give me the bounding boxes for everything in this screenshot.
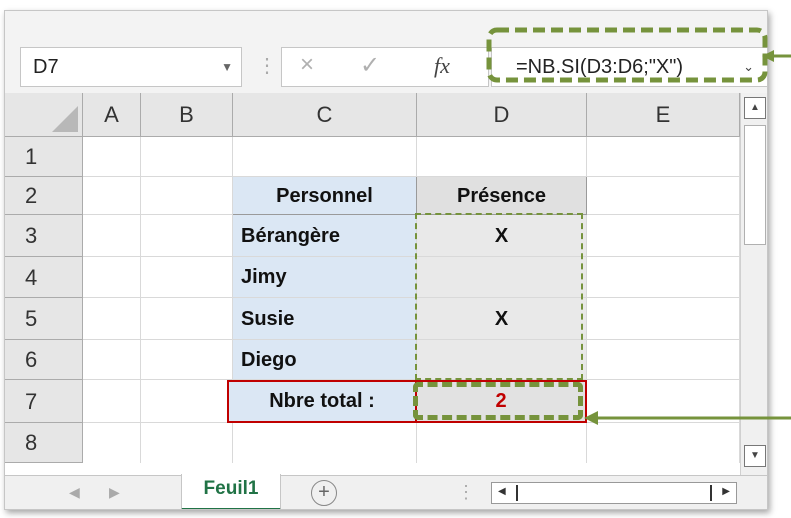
cell-d6[interactable]	[417, 340, 587, 380]
cancel-icon[interactable]: ×	[300, 51, 314, 79]
select-all-icon	[52, 106, 78, 132]
row-header-5[interactable]: 5	[5, 298, 83, 340]
column-header-d[interactable]: D	[417, 93, 587, 137]
select-all-button[interactable]	[5, 93, 83, 137]
column-a-cells[interactable]	[83, 137, 141, 463]
cell-c7-total-label[interactable]: Nbre total :	[227, 380, 417, 423]
cell-c6[interactable]: Diego	[233, 340, 417, 380]
add-sheet-icon[interactable]: +	[311, 480, 337, 506]
vertical-scrollbar[interactable]: ▲ ▼	[740, 93, 767, 475]
scroll-bar-divider-right	[710, 485, 712, 501]
formula-buttons: × ✓ fx	[281, 47, 489, 87]
column-header-e[interactable]: E	[587, 93, 740, 137]
cell-d2-header-presence[interactable]: Présence	[417, 177, 587, 215]
next-sheet-icon[interactable]: ▶	[109, 484, 120, 501]
scroll-down-icon[interactable]: ▼	[744, 445, 766, 467]
previous-sheet-icon[interactable]: ◀	[69, 484, 80, 501]
row-header-7[interactable]: 7	[5, 380, 83, 423]
formula-text: =NB.SI(D3:D6;"X")	[516, 56, 684, 78]
drag-handle-icon[interactable]: ⋮	[257, 51, 277, 81]
cell-c4[interactable]: Jimy	[233, 257, 417, 298]
row-header-3[interactable]: 3	[5, 215, 83, 257]
tab-splitter-icon[interactable]: ⋮	[457, 482, 475, 503]
name-box-value: D7	[33, 56, 59, 78]
worksheet-grid: A B C D E 1 2 3 4 5 6 7 8 Personnel Prés…	[5, 93, 740, 475]
insert-function-icon[interactable]: fx	[434, 53, 450, 79]
cell-c2-header-personnel[interactable]: Personnel	[233, 177, 417, 215]
formula-bar: D7 ▼ ⋮ × ✓ fx =NB.SI(D3:D6;"X") ⌄	[5, 11, 767, 93]
row-header-8[interactable]: 8	[5, 423, 83, 463]
column-e-cells[interactable]	[587, 137, 740, 463]
row-header-4[interactable]: 4	[5, 257, 83, 298]
spreadsheet-window: D7 ▼ ⋮ × ✓ fx =NB.SI(D3:D6;"X") ⌄ A B C …	[4, 10, 768, 510]
formula-input[interactable]: =NB.SI(D3:D6;"X") ⌄	[491, 47, 767, 87]
sheet-tab-feuil1[interactable]: Feuil1	[181, 474, 281, 509]
scroll-up-icon[interactable]: ▲	[744, 97, 766, 119]
cell-d4[interactable]	[417, 257, 587, 298]
cell-c3[interactable]: Bérangère	[233, 215, 417, 257]
row-header-6[interactable]: 6	[5, 340, 83, 380]
cell-c5[interactable]: Susie	[233, 298, 417, 340]
scroll-bar-divider	[516, 485, 518, 501]
expand-formula-icon[interactable]: ⌄	[743, 48, 754, 86]
cell-d5[interactable]: X	[417, 298, 587, 340]
row-header-2[interactable]: 2	[5, 177, 83, 215]
cell-d1[interactable]	[417, 137, 587, 177]
cell-d3[interactable]: X	[417, 215, 587, 257]
row-header-1[interactable]: 1	[5, 137, 83, 177]
column-header-b[interactable]: B	[141, 93, 233, 137]
scroll-thumb[interactable]	[744, 125, 766, 245]
cell-c1[interactable]	[233, 137, 417, 177]
cell-d8[interactable]	[417, 423, 587, 463]
scroll-right-icon[interactable]: ▶	[722, 486, 730, 497]
chevron-down-icon[interactable]: ▼	[221, 48, 233, 86]
enter-icon[interactable]: ✓	[360, 51, 380, 80]
name-box[interactable]: D7 ▼	[20, 47, 242, 87]
cell-d7-total-value[interactable]: 2	[415, 380, 587, 423]
cell-c8[interactable]	[233, 423, 417, 463]
column-b-cells[interactable]	[141, 137, 233, 463]
sheet-tabs-bar: ◀ ▶ Feuil1 + ⋮ ◀ ▶	[5, 474, 767, 509]
column-header-c[interactable]: C	[233, 93, 417, 137]
horizontal-scrollbar[interactable]: ◀ ▶	[491, 482, 737, 504]
scroll-left-icon[interactable]: ◀	[498, 486, 506, 497]
column-header-a[interactable]: A	[83, 93, 141, 137]
